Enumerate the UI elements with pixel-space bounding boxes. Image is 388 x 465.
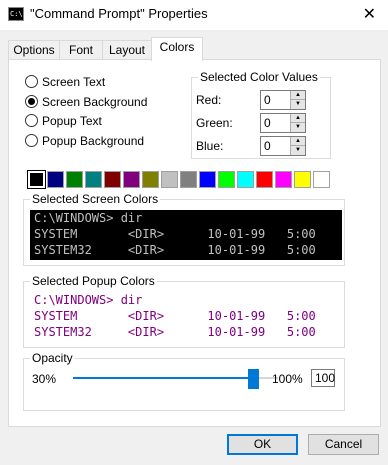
- selected-popup-colors-group: Selected Popup Colors C:\WINDOWS> dir SY…: [23, 274, 345, 348]
- increment-arrow-icon[interactable]: ▲: [290, 91, 305, 100]
- slider-thumb[interactable]: [248, 369, 259, 389]
- tab-colors[interactable]: Colors: [151, 37, 203, 61]
- ok-button[interactable]: OK: [227, 434, 298, 455]
- preview-line: C:\WINDOWS> dir: [34, 293, 143, 307]
- green-spinner[interactable]: 0 ▲ ▼: [260, 113, 306, 133]
- radio-label: Popup Text: [42, 114, 102, 128]
- decrement-arrow-icon[interactable]: ▼: [290, 146, 305, 155]
- color-swatch[interactable]: [180, 171, 197, 188]
- decrement-arrow-icon[interactable]: ▼: [290, 123, 305, 132]
- green-label: Green:: [196, 116, 233, 130]
- title-bar: C:\. "Command Prompt" Properties ✕: [0, 0, 388, 30]
- decrement-arrow-icon[interactable]: ▼: [290, 100, 305, 109]
- increment-arrow-icon[interactable]: ▲: [290, 137, 305, 146]
- color-swatch[interactable]: [256, 171, 273, 188]
- blue-spinner[interactable]: 0 ▲ ▼: [260, 136, 306, 156]
- close-icon[interactable]: ✕: [363, 4, 376, 24]
- color-swatch[interactable]: [237, 171, 254, 188]
- slider-fill: [73, 377, 253, 379]
- opacity-max-label: 100%: [272, 372, 303, 386]
- radio-label: Screen Background: [42, 95, 148, 109]
- preview-line: SYSTEM32 <DIR> 10-01-99 5:00: [34, 243, 316, 257]
- radio-button[interactable]: [25, 114, 38, 127]
- group-title: Selected Popup Colors: [30, 274, 157, 288]
- radio-label: Popup Background: [42, 134, 145, 148]
- color-swatch[interactable]: [27, 170, 46, 189]
- color-swatch[interactable]: [275, 171, 292, 188]
- color-swatch[interactable]: [161, 171, 178, 188]
- tab-layout[interactable]: Layout: [102, 40, 152, 60]
- group-title: Opacity: [30, 351, 75, 365]
- preview-line: C:\WINDOWS> dir: [34, 211, 143, 225]
- opacity-slider[interactable]: [73, 369, 278, 389]
- radio-button[interactable]: [25, 134, 38, 147]
- opacity-min-label: 30%: [32, 372, 57, 386]
- preview-line: SYSTEM <DIR> 10-01-99 5:00: [34, 309, 316, 323]
- opacity-value-field[interactable]: 100: [311, 369, 335, 387]
- blue-label: Blue:: [196, 139, 224, 153]
- group-title: Selected Screen Colors: [30, 192, 161, 206]
- tab-font[interactable]: Font: [59, 40, 103, 60]
- popup-colors-preview: C:\WINDOWS> dir SYSTEM <DIR> 10-01-99 5:…: [30, 292, 342, 342]
- cancel-button[interactable]: Cancel: [308, 434, 379, 455]
- window-title: "Command Prompt" Properties: [30, 6, 208, 21]
- red-value[interactable]: 0: [264, 93, 271, 107]
- blue-value[interactable]: 0: [264, 139, 271, 153]
- color-swatch[interactable]: [66, 171, 83, 188]
- color-swatch[interactable]: [313, 171, 330, 188]
- color-swatch[interactable]: [85, 171, 102, 188]
- color-swatch[interactable]: [218, 171, 235, 188]
- color-swatch[interactable]: [123, 171, 140, 188]
- red-label: Red:: [196, 93, 222, 107]
- command-prompt-icon: C:\.: [8, 7, 27, 21]
- green-value[interactable]: 0: [264, 116, 271, 130]
- tab-options[interactable]: Options: [8, 40, 60, 60]
- preview-line: SYSTEM <DIR> 10-01-99 5:00: [34, 227, 316, 241]
- radio-button[interactable]: [25, 75, 38, 88]
- screen-colors-preview: C:\WINDOWS> dir SYSTEM <DIR> 10-01-99 5:…: [30, 210, 342, 260]
- preview-line: SYSTEM32 <DIR> 10-01-99 5:00: [34, 325, 316, 339]
- color-swatch[interactable]: [47, 171, 64, 188]
- selected-screen-colors-group: Selected Screen Colors C:\WINDOWS> dir S…: [23, 192, 345, 266]
- group-title: Selected Color Values: [198, 70, 320, 84]
- radio-label: Screen Text: [42, 75, 106, 89]
- color-swatch[interactable]: [142, 171, 159, 188]
- color-swatch[interactable]: [294, 171, 311, 188]
- increment-arrow-icon[interactable]: ▲: [290, 114, 305, 123]
- color-swatch[interactable]: [104, 171, 121, 188]
- color-swatch[interactable]: [199, 171, 216, 188]
- red-spinner[interactable]: 0 ▲ ▼: [260, 90, 306, 110]
- radio-button[interactable]: [25, 95, 38, 108]
